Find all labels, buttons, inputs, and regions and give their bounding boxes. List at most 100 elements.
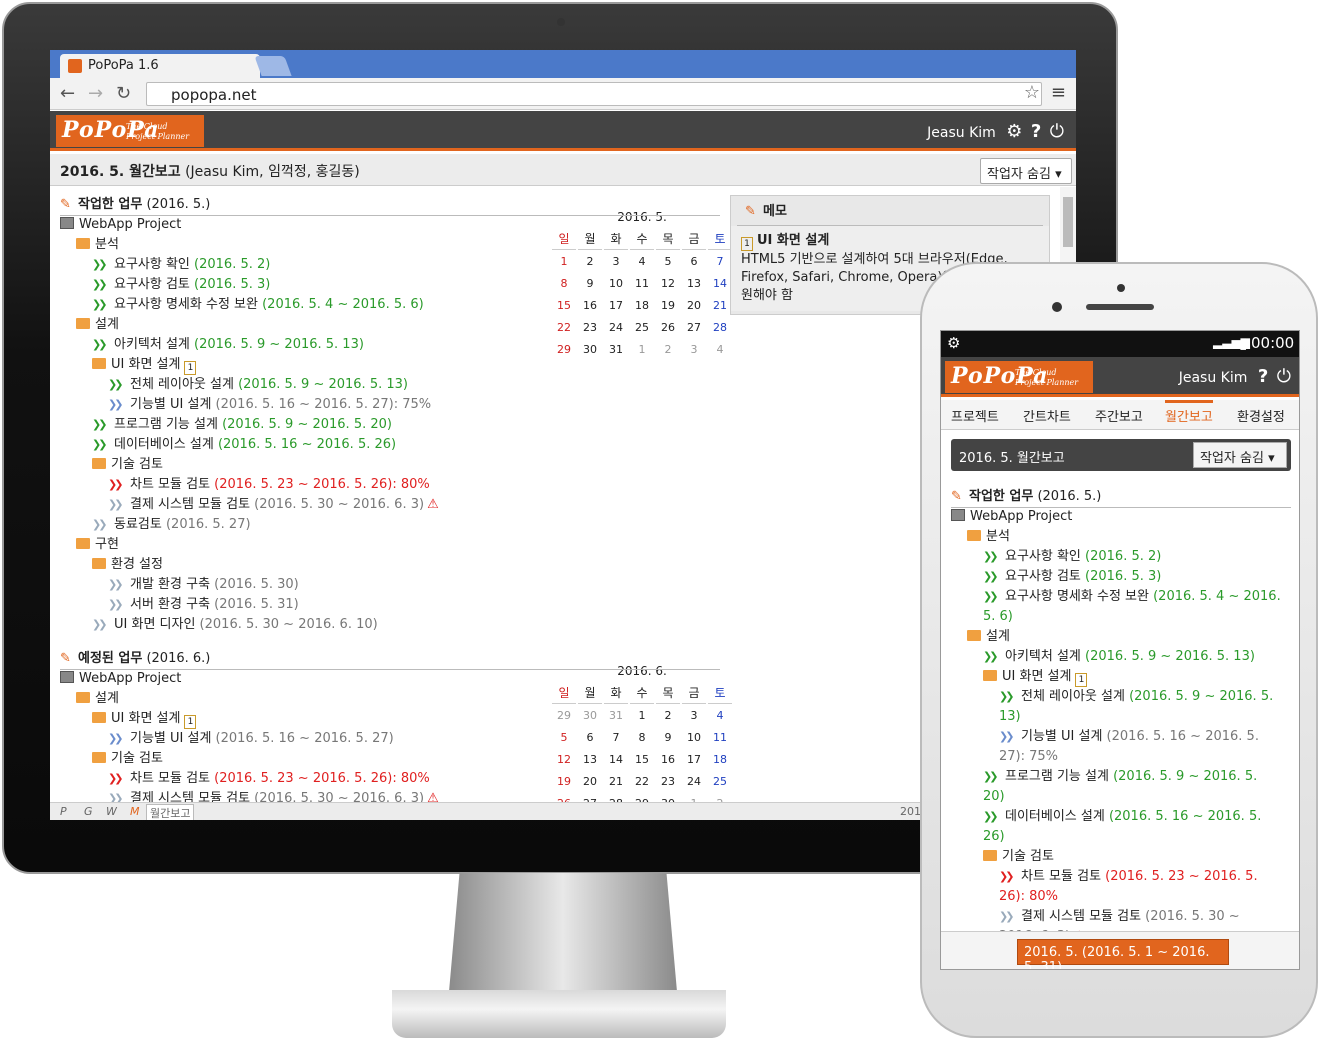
calendar-day[interactable]: 1 — [630, 340, 654, 360]
active-tab-label[interactable]: 월간보고 — [146, 804, 195, 820]
task-row[interactable]: ❯❯ 차트 모듈 검토 (2016. 5. 23 ~ 2016. 5. 26): … — [108, 475, 430, 495]
task-row[interactable]: ❯❯ 아키텍처 설계 (2016. 5. 9 ~ 2016. 5. 13) — [92, 335, 364, 355]
task-row[interactable]: ❯❯ 요구사항 검토 (2016. 5. 3) — [983, 567, 1281, 587]
calendar-day[interactable]: 25 — [630, 318, 654, 338]
phone-app-logo[interactable]: PoPoPa The Cloud Project Planner — [945, 361, 1093, 393]
calendar-day[interactable]: 20 — [578, 772, 602, 792]
task-row[interactable]: ❯❯ UI 화면 디자인 (2016. 5. 30 ~ 2016. 6. 10) — [92, 615, 378, 635]
tab-m[interactable]: M — [130, 805, 140, 818]
bookmark-star-icon[interactable]: ☆ — [1024, 82, 1040, 103]
task-row[interactable]: ❯❯ 요구사항 명세화 수정 보완 (2016. 5. 4 ~ 2016. 5. … — [983, 587, 1281, 627]
tab-g[interactable]: G — [84, 805, 93, 818]
phone-user-name[interactable]: Jeasu Kim — [1179, 370, 1248, 386]
calendar-day[interactable]: 13 — [578, 750, 602, 770]
address-input[interactable]: popopa.net — [146, 82, 1042, 106]
calendar-day[interactable]: 2 — [656, 706, 680, 726]
calendar-day[interactable]: 1 — [630, 706, 654, 726]
forward-icon[interactable]: → — [88, 83, 103, 104]
calendar-day[interactable]: 31 — [604, 706, 628, 726]
task-row[interactable]: ❯❯ 요구사항 명세화 수정 보완 (2016. 5. 4 ~ 2016. 5. … — [92, 295, 424, 315]
scroll-thumb[interactable] — [1063, 197, 1073, 247]
calendar-day[interactable]: 12 — [552, 750, 576, 770]
folder-row[interactable]: 설계 — [76, 689, 119, 709]
folder-row[interactable]: 설계 — [967, 627, 1281, 647]
calendar-day[interactable]: 14 — [708, 274, 732, 294]
task-row[interactable]: ❯❯ 차트 모듈 검토 (2016. 5. 23 ~ 2016. 5. 26): … — [108, 769, 430, 789]
tab-w[interactable]: W — [106, 805, 117, 818]
calendar-day[interactable]: 14 — [604, 750, 628, 770]
task-row[interactable]: ❯❯ 전체 레이아웃 설계 (2016. 5. 9 ~ 2016. 5. 13) — [108, 375, 408, 395]
project-row[interactable]: WebApp Project — [60, 215, 181, 235]
calendar-day[interactable]: 20 — [682, 296, 706, 316]
calendar-day[interactable]: 15 — [630, 750, 654, 770]
calendar-day[interactable]: 26 — [656, 318, 680, 338]
calendar-day[interactable]: 1 — [682, 794, 706, 802]
user-name[interactable]: Jeasu Kim — [927, 125, 996, 141]
project-row[interactable]: WebApp Project — [951, 507, 1072, 527]
calendar-day[interactable]: 2 — [578, 252, 602, 272]
calendar-day[interactable]: 17 — [604, 296, 628, 316]
calendar-day[interactable]: 22 — [630, 772, 654, 792]
calendar-day[interactable]: 6 — [682, 252, 706, 272]
calendar-day[interactable]: 18 — [630, 296, 654, 316]
calendar-day[interactable]: 30 — [578, 706, 602, 726]
calendar-day[interactable]: 15 — [552, 296, 576, 316]
calendar-day[interactable]: 28 — [708, 318, 732, 338]
new-tab-button[interactable] — [254, 56, 292, 76]
calendar-day[interactable]: 8 — [630, 728, 654, 748]
phone-power-icon[interactable]: ⏻ — [1277, 366, 1291, 387]
tab-gantt[interactable]: 간트차트 — [1023, 406, 1071, 425]
phone-help-icon[interactable]: ? — [1258, 366, 1268, 387]
task-row[interactable]: ❯❯ 기능별 UI 설계 (2016. 5. 16 ~ 2016. 5. 27):… — [108, 395, 431, 415]
month-range-button[interactable]: 2016. 5. (2016. 5. 1 ~ 2016. 5. 31) — [1017, 939, 1229, 969]
calendar-day[interactable]: 29 — [552, 706, 576, 726]
folder-row[interactable]: 기술 검토 — [92, 749, 163, 769]
calendar-day[interactable]: 3 — [682, 706, 706, 726]
task-row[interactable]: ❯❯ 프로그램 기능 설계 (2016. 5. 9 ~ 2016. 5. 20) — [983, 767, 1281, 807]
calendar-day[interactable]: 29 — [630, 794, 654, 802]
help-icon[interactable]: ? — [1031, 121, 1041, 142]
folder-row[interactable]: 기술 검토 — [92, 455, 163, 475]
calendar-day[interactable]: 8 — [552, 274, 576, 294]
task-row[interactable]: ❯❯ 기능별 UI 설계 (2016. 5. 16 ~ 2016. 5. 27):… — [999, 727, 1281, 767]
calendar-day[interactable]: 25 — [708, 772, 732, 792]
calendar-day[interactable]: 16 — [656, 750, 680, 770]
calendar-day[interactable]: 27 — [578, 794, 602, 802]
project-row[interactable]: WebApp Project — [60, 669, 181, 689]
task-row[interactable]: ❯❯ 개발 환경 구축 (2016. 5. 30) — [108, 575, 299, 595]
tab-projects[interactable]: 프로젝트 — [951, 406, 999, 425]
calendar-day[interactable]: 5 — [552, 728, 576, 748]
calendar-day[interactable]: 31 — [604, 340, 628, 360]
task-row[interactable]: ❯❯ 데이터베이스 설계 (2016. 5. 16 ~ 2016. 5. 26) — [983, 807, 1281, 847]
calendar-day[interactable]: 18 — [708, 750, 732, 770]
calendar-day[interactable]: 27 — [682, 318, 706, 338]
calendar-day[interactable]: 5 — [656, 252, 680, 272]
task-row[interactable]: ❯❯ 동료검토 (2016. 5. 27) — [92, 515, 251, 535]
menu-icon[interactable]: ≡ — [1051, 82, 1066, 103]
calendar-day[interactable]: 13 — [682, 274, 706, 294]
calendar-day[interactable]: 23 — [578, 318, 602, 338]
calendar-day[interactable]: 19 — [656, 296, 680, 316]
back-icon[interactable]: ← — [60, 83, 75, 104]
calendar-day[interactable]: 2 — [708, 794, 732, 802]
calendar-day[interactable]: 30 — [656, 794, 680, 802]
calendar-day[interactable]: 11 — [630, 274, 654, 294]
folder-row[interactable]: 분석 — [967, 527, 1281, 547]
calendar-day[interactable]: 7 — [708, 252, 732, 272]
calendar-day[interactable]: 21 — [604, 772, 628, 792]
task-row[interactable]: ❯❯ 기능별 UI 설계 (2016. 5. 16 ~ 2016. 5. 27) — [108, 729, 394, 749]
task-row[interactable]: ❯❯ 결제 시스템 모듈 검토 (2016. 5. 30 ~ 2016. 6. 3… — [108, 495, 439, 515]
task-row[interactable]: ❯❯ 아키텍처 설계 (2016. 5. 9 ~ 2016. 5. 13) — [983, 647, 1281, 667]
calendar-day[interactable]: 3 — [682, 340, 706, 360]
reload-icon[interactable]: ↻ — [116, 83, 131, 104]
tab-p[interactable]: P — [60, 805, 67, 818]
task-row[interactable]: ❯❯ 프로그램 기능 설계 (2016. 5. 9 ~ 2016. 5. 20) — [92, 415, 392, 435]
power-icon[interactable]: ⏻ — [1050, 121, 1064, 142]
task-row[interactable]: ❯❯ 요구사항 검토 (2016. 5. 3) — [92, 275, 270, 295]
folder-row[interactable]: 기술 검토 — [983, 847, 1281, 867]
calendar-day[interactable]: 11 — [708, 728, 732, 748]
hide-workers-select[interactable]: 작업자 숨김 ▾ — [980, 158, 1072, 184]
task-row[interactable]: ❯❯ 요구사항 확인 (2016. 5. 2) — [983, 547, 1281, 567]
folder-row[interactable]: UI 화면 설계 1 — [92, 709, 197, 729]
calendar-day[interactable]: 10 — [604, 274, 628, 294]
